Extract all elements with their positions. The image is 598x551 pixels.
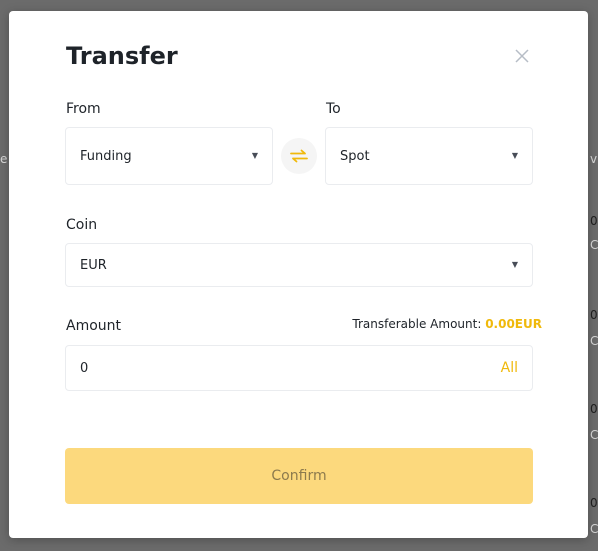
close-button[interactable]	[511, 45, 533, 67]
background-text: 0	[590, 308, 598, 322]
amount-field: All	[65, 345, 533, 391]
to-label: To	[326, 101, 341, 117]
transferable-amount-info: Transferable Amount: 0.00EUR	[352, 317, 542, 331]
all-button[interactable]: All	[501, 360, 518, 376]
background-text: e	[0, 152, 8, 166]
background-text: C	[590, 334, 598, 348]
swap-arrows-icon	[290, 149, 308, 163]
swap-button[interactable]	[281, 138, 317, 174]
background-text: C	[590, 522, 598, 536]
background-text: 0	[590, 214, 598, 228]
transfer-dialog: Transfer From To Funding ▼ Spot ▼ Coin E…	[9, 11, 588, 538]
coin-label: Coin	[66, 217, 98, 233]
background-text: 0	[590, 496, 598, 510]
amount-label: Amount	[66, 318, 122, 334]
from-account-select[interactable]: Funding ▼	[65, 127, 273, 185]
to-account-value: Spot	[340, 148, 370, 164]
background-text: C	[590, 238, 598, 252]
caret-down-icon: ▼	[511, 151, 518, 160]
confirm-button[interactable]: Confirm	[65, 448, 533, 504]
caret-down-icon: ▼	[511, 260, 518, 269]
close-icon	[515, 49, 529, 63]
background-text: 0	[590, 402, 598, 416]
to-account-select[interactable]: Spot ▼	[325, 127, 533, 185]
caret-down-icon: ▼	[251, 151, 258, 160]
background-text: v	[590, 152, 598, 166]
amount-input[interactable]	[80, 360, 501, 376]
background-text: C	[590, 428, 598, 442]
coin-value: EUR	[80, 257, 107, 273]
transferable-amount-label: Transferable Amount:	[352, 317, 482, 331]
coin-select[interactable]: EUR ▼	[65, 243, 533, 287]
from-label: From	[66, 101, 101, 117]
transferable-amount-value: 0.00EUR	[485, 317, 542, 331]
dialog-title: Transfer	[66, 42, 178, 70]
from-account-value: Funding	[80, 148, 132, 164]
